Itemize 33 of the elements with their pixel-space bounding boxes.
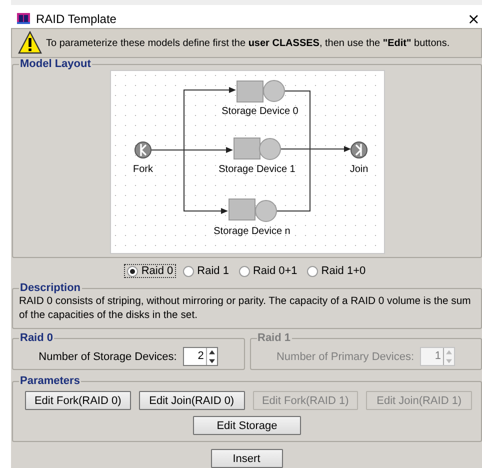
raid-radio[interactable]: Raid 0 [124,264,176,278]
storage-device-node [228,198,276,222]
node-label: Storage Device n [213,226,290,237]
node-label: Storage Device 0 [221,106,298,117]
field-label: Number of Storage Devices: [38,350,177,362]
edit-button[interactable]: Edit Fork(RAID 0) [25,391,131,410]
raid-radio[interactable]: Raid 1+0 [304,264,369,278]
edit-storage-button[interactable]: Edit Storage [193,416,301,435]
field-label: Number of Primary Devices: [276,350,414,362]
fork-node [134,142,151,158]
connector-arrow [280,146,350,152]
app-icon [17,13,30,24]
section-title: Parameters [19,375,81,387]
section-title: Raid 1 [256,332,292,344]
section-title: Model Layout [19,58,92,70]
edit-button[interactable]: Edit Join(RAID 0) [138,391,244,410]
raid-radio[interactable]: Raid 1 [180,264,232,278]
warning-icon [18,31,42,55]
storage-device-node [233,138,280,160]
node-label: Storage Device 1 [218,164,295,175]
close-button[interactable]: × [465,10,482,28]
storage-device-node [236,80,284,102]
notice-text: To parameterize these models define first the user CLASSES, then use the "Edit" buttons. [46,38,450,48]
raid-radio[interactable]: Raid 0+1 [236,264,300,278]
description-text: RAID 0 consists of striping, without mirroring or parity. The capacity of a RAID 0 volume is the sum of the capacities of the disks in the set. [19,295,472,323]
section-title: Raid 0 [19,332,54,344]
join-node [350,142,367,158]
section-title: Description [19,282,82,294]
number-spinner[interactable]: 2 [182,347,218,366]
insert-button[interactable]: Insert [210,449,282,468]
window-title: RAID Template [36,12,118,26]
node-label: Fork [132,164,152,175]
node-label: Join [349,164,368,175]
